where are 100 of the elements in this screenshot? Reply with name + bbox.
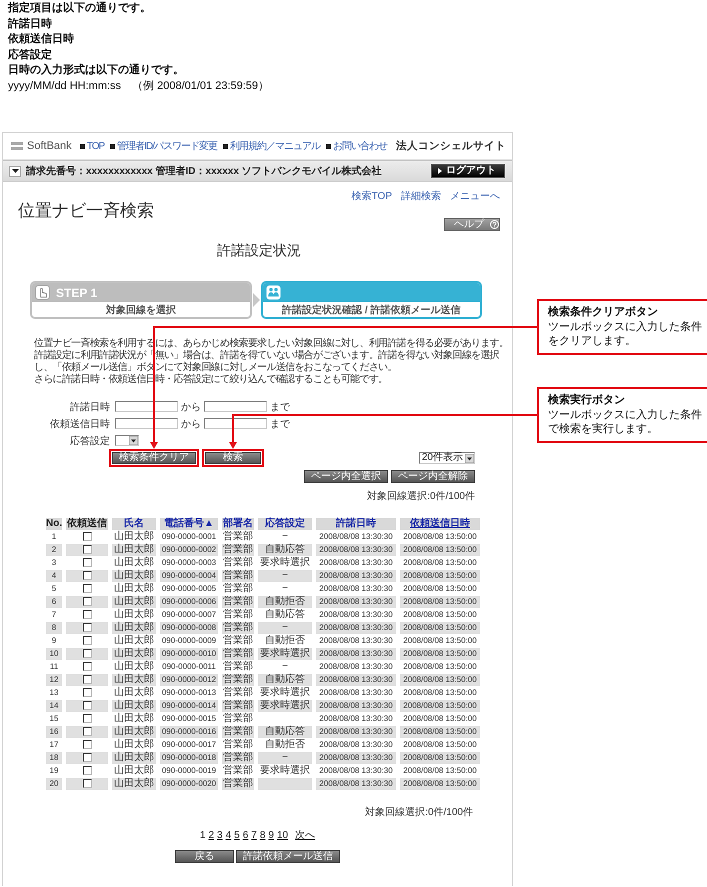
table-cell: 営業部 [222, 687, 254, 699]
table-cell: 14 [46, 700, 62, 712]
column-header[interactable]: 応答設定 [258, 518, 312, 530]
row-checkbox[interactable] [82, 570, 92, 580]
back-button[interactable]: 戻る [175, 850, 234, 863]
row-checkbox[interactable] [82, 596, 92, 606]
row-checkbox[interactable] [82, 752, 92, 762]
select-all-button[interactable]: ページ内全選択 [304, 470, 388, 483]
column-header[interactable]: 部署名 [222, 518, 254, 530]
search-button[interactable]: 検索 [205, 452, 261, 464]
table-cell: 090-0000-0008 [160, 622, 218, 634]
clear-conditions-button[interactable]: 検索条件クリア [112, 452, 196, 464]
select-field[interactable] [115, 435, 139, 446]
table-cell-text: 090-0000-0015 [160, 713, 218, 725]
table-cell: 自動応答 [258, 544, 312, 556]
table-cell: 山田太郎 [112, 726, 156, 738]
page-link[interactable]: 5 [234, 830, 240, 842]
row-checkbox[interactable] [82, 636, 92, 645]
breadcrumb-link[interactable]: 検索TOP [352, 191, 392, 203]
column-header[interactable]: 氏名 [112, 518, 156, 530]
page-link[interactable]: 10 [276, 830, 288, 842]
question-circle-icon [490, 220, 499, 229]
row-checkbox[interactable] [82, 544, 92, 554]
table-cell-text: 2008/08/08 13:50:00 [402, 583, 478, 595]
row-checkbox[interactable] [82, 740, 92, 749]
column-header[interactable]: 依頼送信日時 [400, 518, 480, 530]
square-bullet-icon [110, 144, 116, 148]
table-cell-text: 山田太郎 [113, 713, 155, 725]
table-cell: 2 [46, 544, 62, 556]
breadcrumb-link[interactable]: メニューへ [450, 191, 500, 203]
table-cell-text: 2008/08/08 13:30:30 [318, 635, 394, 647]
row-checkbox[interactable] [82, 700, 92, 710]
row-checkbox[interactable] [82, 610, 92, 619]
page-size-select[interactable]: 20件表示 [418, 452, 475, 464]
page-link[interactable]: 2 [208, 830, 214, 842]
table-cell-text: 2008/08/08 13:30:30 [318, 531, 394, 543]
table-cell: 090-0000-0020 [160, 778, 218, 790]
next-link[interactable]: 次へ [295, 830, 316, 842]
table-cell: 営業部 [222, 778, 254, 790]
table-cell [258, 778, 312, 790]
page-link[interactable]: 3 [217, 830, 223, 842]
table-cell-text: − [281, 531, 289, 543]
selection-count: 対象回線選択:0件/100件 [366, 491, 475, 503]
selection-count: 対象回線選択:0件/100件 [364, 807, 473, 819]
table-cell-text: 090-0000-0005 [160, 583, 218, 595]
table-cell: 2008/08/08 13:50:00 [400, 596, 480, 608]
row-checkbox[interactable] [82, 584, 92, 593]
format-note: 日時の入力形式は以下の通りです。 [8, 63, 185, 78]
column-header[interactable]: 許諾日時 [316, 518, 396, 530]
nav-link[interactable]: 管理者ID/パスワード変更 [110, 139, 217, 153]
row-checkbox[interactable] [82, 558, 92, 567]
send-request-mail-button[interactable]: 許諾依頼メール送信 [236, 850, 340, 863]
table-cell-text: 山田太郎 [113, 609, 155, 621]
date-input[interactable] [115, 401, 178, 412]
row-checkbox[interactable] [82, 532, 92, 541]
from-label: から [181, 418, 201, 430]
row-checkbox[interactable] [82, 622, 92, 632]
page-link[interactable]: 9 [268, 830, 274, 842]
callout-text: ツールボックスに入力した条件をクリアします。 [548, 320, 703, 348]
table-cell-text: 090-0000-0003 [160, 557, 218, 569]
row-checkbox[interactable] [82, 662, 92, 671]
table-cell-text: 2008/08/08 13:50:00 [402, 739, 478, 751]
date-input[interactable] [204, 401, 267, 412]
field-name: 許諾日時 [8, 16, 53, 32]
nav-link[interactable]: TOP [80, 139, 104, 153]
row-checkbox[interactable] [82, 766, 92, 775]
table-cell: 営業部 [222, 752, 254, 764]
table-cell-text: 19 [48, 765, 60, 777]
table-cell: 営業部 [222, 700, 254, 712]
collapse-toggle[interactable] [9, 166, 21, 176]
page-link[interactable]: 8 [260, 830, 266, 842]
row-checkbox[interactable] [82, 714, 92, 723]
date-input[interactable] [204, 418, 267, 429]
deselect-all-button[interactable]: ページ内全解除 [391, 470, 475, 483]
row-checkbox[interactable] [82, 674, 92, 684]
row-checkbox[interactable] [82, 778, 92, 788]
table-cell-text: 山田太郎 [113, 661, 155, 673]
table-cell-text: 自動拒否 [264, 635, 306, 647]
row-checkbox[interactable] [82, 688, 92, 697]
page-link[interactable]: 4 [226, 830, 232, 842]
table-cell: 090-0000-0010 [160, 648, 218, 660]
table-cell: 山田太郎 [112, 700, 156, 712]
page-link[interactable]: 6 [242, 830, 248, 842]
table-cell-text: 2008/08/08 13:50:00 [402, 557, 478, 569]
nav-link[interactable]: お問い合わせ [326, 139, 387, 153]
step-caption: 許諾設定状況確認 / 許諾依頼メール送信 [280, 303, 462, 317]
logout-button[interactable]: ログアウト [431, 164, 505, 178]
date-input[interactable] [115, 418, 178, 429]
row-checkbox[interactable] [82, 726, 92, 736]
nav-link[interactable]: 利用規約／マニュアル [223, 139, 320, 153]
row-checkbox[interactable] [82, 648, 92, 658]
table-cell: 2008/08/08 13:30:30 [316, 674, 396, 686]
column-header[interactable]: 電話番号▲ [160, 518, 218, 530]
table-cell: 営業部 [222, 765, 254, 777]
table-cell: 2008/08/08 13:50:00 [400, 674, 480, 686]
table-cell-text: 2008/08/08 13:30:30 [318, 609, 394, 621]
page-link[interactable]: 7 [251, 830, 257, 842]
table-cell-text: 15 [48, 713, 60, 725]
table-cell-text: 2008/08/08 13:30:30 [318, 765, 394, 777]
breadcrumb-link[interactable]: 詳細検索 [401, 191, 441, 203]
